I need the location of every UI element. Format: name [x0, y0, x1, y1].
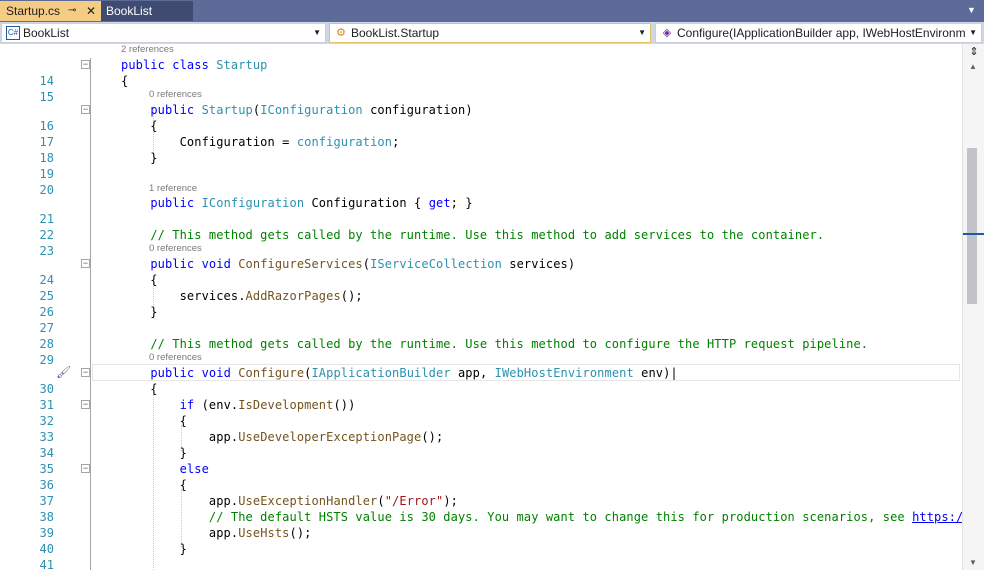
codelens-references[interactable]: 0 references: [149, 89, 202, 101]
code-line[interactable]: 34 app.UseDeveloperExceptionPage();: [0, 429, 962, 460]
method-icon: ◈: [662, 27, 672, 39]
code-text: {: [121, 119, 158, 133]
code-line[interactable]: 39 // The default HSTS value is 30 days.…: [0, 509, 962, 540]
code-text: public void Configure(IApplicationBuilde…: [150, 366, 678, 380]
split-window-icon[interactable]: ⇕: [967, 45, 981, 59]
code-line[interactable]: 17 {: [0, 118, 962, 149]
code-line[interactable]: 24 − public void ConfigureServices(IServ…: [0, 256, 962, 287]
code-text: app.UseDeveloperExceptionPage();: [208, 430, 444, 444]
code-line[interactable]: 31 {: [0, 381, 962, 412]
collapse-icon[interactable]: −: [81, 60, 90, 69]
code-text: if (env.IsDevelopment()): [179, 398, 356, 412]
codelens-row: 0 references: [0, 243, 962, 255]
code-text: }: [121, 446, 187, 460]
caret-position-marker: [963, 233, 984, 235]
codelens-references[interactable]: 2 references: [121, 44, 174, 56]
tab-overflow-dropdown-icon[interactable]: ▼: [967, 5, 976, 15]
code-text: {: [121, 273, 158, 287]
codelens-references[interactable]: 0 references: [149, 352, 202, 364]
code-text: public Startup(IConfiguration configurat…: [150, 103, 473, 117]
chevron-down-icon: ▼: [969, 28, 977, 37]
code-line[interactable]: 23 // This method gets called by the run…: [0, 227, 962, 258]
codelens-row: 2 references: [0, 44, 962, 56]
code-line[interactable]: 35 }: [0, 445, 962, 476]
class-icon: ⚙: [336, 27, 346, 39]
close-icon[interactable]: ✕: [86, 1, 96, 21]
codelens-references[interactable]: 1 reference: [149, 183, 197, 195]
code-text: app.UseHsts();: [208, 526, 312, 540]
tab-label: BookList: [106, 4, 153, 18]
code-line[interactable]: 22: [0, 211, 962, 242]
type-dropdown[interactable]: ⚙ BookList.Startup ▼: [329, 23, 651, 43]
codelens-row: 0 references: [0, 89, 962, 101]
code-editor[interactable]: 🖌 2 references 14 − public class Startup…: [0, 44, 962, 570]
collapse-icon[interactable]: −: [81, 259, 90, 268]
pin-icon[interactable]: ⊸: [68, 1, 76, 21]
tab-startup-cs[interactable]: Startup.cs ⊸ ✕: [0, 1, 101, 21]
code-text: // The default HSTS value is 30 days. Yo…: [121, 509, 962, 525]
document-tab-strip: Startup.cs ⊸ ✕ BookList ▼: [0, 0, 984, 22]
code-line[interactable]: 33 {: [0, 413, 962, 444]
tab-booklist[interactable]: BookList: [101, 1, 193, 21]
member-dropdown-label: Configure(IApplicationBuilder app, IWebH…: [677, 26, 966, 40]
code-line[interactable]: 15 {: [0, 73, 962, 104]
code-text: // This method gets called by the runtim…: [150, 228, 825, 242]
code-line[interactable]: 40 app.UseHsts();: [0, 525, 962, 556]
code-text: {: [121, 414, 187, 428]
url-link[interactable]: https://aka.: [912, 510, 962, 524]
chevron-down-icon: ▼: [638, 28, 646, 37]
navigation-bar: C# BookList ▼ ⚙ BookList.Startup ▼ ◈ Con…: [0, 22, 984, 44]
code-line[interactable]: 29 // This method gets called by the run…: [0, 336, 962, 367]
project-dropdown[interactable]: C# BookList ▼: [1, 23, 326, 43]
code-text: services.AddRazorPages();: [179, 289, 363, 303]
code-line[interactable]: 42: [0, 557, 962, 570]
scroll-up-icon[interactable]: ▲: [969, 62, 977, 71]
member-dropdown[interactable]: ◈ Configure(IApplicationBuilder app, IWe…: [655, 23, 982, 43]
code-text: // This method gets called by the runtim…: [150, 337, 869, 351]
code-text: public void ConfigureServices(IServiceCo…: [150, 257, 576, 271]
code-line[interactable]: 36 − else: [0, 461, 962, 492]
code-text: else: [179, 462, 209, 476]
code-text: app.UseExceptionHandler("/Error");: [208, 494, 458, 508]
scrollbar-thumb[interactable]: [967, 148, 977, 304]
code-text: public class Startup: [121, 58, 268, 72]
codelens-references[interactable]: 0 references: [149, 243, 202, 255]
code-text: {: [121, 478, 187, 492]
code-line[interactable]: 20: [0, 166, 962, 197]
code-line[interactable]: 26 services.AddRazorPages();: [0, 288, 962, 319]
codelens-row: 0 references: [0, 352, 962, 364]
tab-label: Startup.cs: [6, 4, 61, 18]
code-line[interactable]: 19 }: [0, 150, 962, 181]
code-line[interactable]: 41 }: [0, 541, 962, 570]
code-line[interactable]: 18 Configuration = configuration;: [0, 134, 962, 165]
type-dropdown-label: BookList.Startup: [351, 26, 440, 40]
code-line[interactable]: 38 app.UseExceptionHandler("/Error");: [0, 493, 962, 524]
code-text: }: [121, 305, 158, 319]
scroll-down-icon[interactable]: ▼: [969, 558, 977, 567]
code-text: }: [121, 151, 158, 165]
code-line[interactable]: 21 public IConfiguration Configuration {…: [0, 195, 962, 226]
code-line[interactable]: 27 }: [0, 304, 962, 335]
code-line[interactable]: 37 {: [0, 477, 962, 508]
code-line[interactable]: 30 − public void Configure(IApplicationB…: [0, 365, 962, 396]
code-text: }: [121, 542, 187, 556]
project-dropdown-label: BookList: [23, 26, 70, 40]
code-text: Configuration = configuration;: [179, 135, 400, 149]
project-icon: C#: [6, 26, 20, 40]
code-text: {: [121, 382, 158, 396]
vertical-scrollbar[interactable]: ⇕ ▲ ▼: [962, 44, 984, 570]
code-line[interactable]: 16 − public Startup(IConfiguration confi…: [0, 102, 962, 133]
code-text: {: [121, 74, 129, 88]
code-line[interactable]: 28: [0, 320, 962, 351]
code-line[interactable]: 32 − if (env.IsDevelopment()): [0, 397, 962, 428]
code-line[interactable]: 14 − public class Startup: [0, 57, 962, 88]
collapse-icon[interactable]: −: [81, 105, 90, 114]
chevron-down-icon: ▼: [313, 28, 321, 37]
codelens-row: 1 reference: [0, 183, 962, 195]
collapse-icon[interactable]: −: [81, 400, 90, 409]
code-text: public IConfiguration Configuration { ge…: [150, 196, 473, 210]
collapse-icon[interactable]: −: [81, 464, 90, 473]
code-line[interactable]: 25 {: [0, 272, 962, 303]
collapse-icon[interactable]: −: [81, 368, 90, 377]
